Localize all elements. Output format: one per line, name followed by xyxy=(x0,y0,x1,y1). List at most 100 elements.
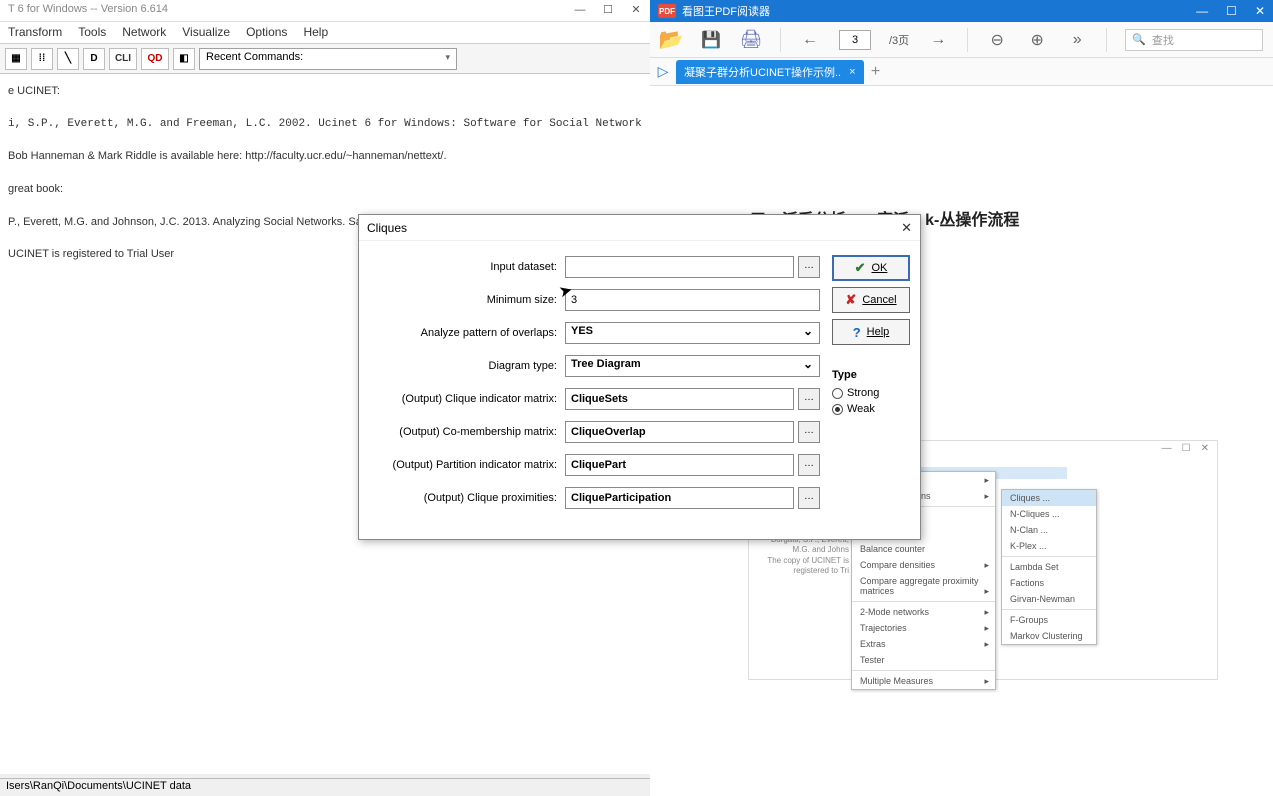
dialog-form: Input dataset: … Minimum size: Analyze p… xyxy=(369,255,820,519)
separator xyxy=(967,28,968,52)
pdf-toolbar: 📂 💾 🖨 ← /3页 → ⊖ ⊕ » 🔍 查找 xyxy=(650,22,1273,58)
diagram-type-select[interactable]: Tree Diagram xyxy=(565,355,820,377)
help-label: Help xyxy=(867,326,890,338)
menu-tools[interactable]: Tools xyxy=(78,25,106,40)
toolbar-btn-1[interactable]: ▦ xyxy=(5,48,27,70)
tab-close-icon[interactable]: × xyxy=(849,66,855,78)
browse-button[interactable]: … xyxy=(798,388,820,410)
content-line: Bob Hanneman & Mark Riddle is available … xyxy=(8,147,642,166)
tab-add-button[interactable]: + xyxy=(864,63,888,81)
browse-button[interactable]: … xyxy=(798,454,820,476)
browse-button[interactable]: … xyxy=(798,487,820,509)
toolbar-btn-3[interactable]: ╲ xyxy=(57,48,79,70)
pdf-maximize-button[interactable]: ☐ xyxy=(1226,4,1237,18)
radio-icon xyxy=(832,388,843,399)
label-out-partition: (Output) Partition indicator matrix: xyxy=(369,459,565,471)
ok-label: OK xyxy=(872,262,888,274)
menu-bar: Transform Tools Network Visualize Option… xyxy=(0,22,650,44)
mini-caption: Borgatti, S.P., Everett, M.G. and Johns … xyxy=(753,535,849,577)
cancel-button[interactable]: ✘ Cancel xyxy=(832,287,910,313)
minimize-button[interactable]: ― xyxy=(566,0,594,22)
separator xyxy=(780,28,781,52)
pdf-minimize-button[interactable]: ― xyxy=(1196,4,1208,18)
context-menu-2: Cliques ...N-Cliques ...N-Clan ...K-Plex… xyxy=(1001,489,1097,645)
separator xyxy=(1106,28,1107,52)
help-button[interactable]: ? Help xyxy=(832,319,910,345)
label-diagram-type: Diagram type: xyxy=(369,360,565,372)
label-analyze-overlaps: Analyze pattern of overlaps: xyxy=(369,327,565,339)
maximize-button[interactable]: ☐ xyxy=(594,0,622,22)
out-indicator-field[interactable] xyxy=(565,388,794,410)
menu-options[interactable]: Options xyxy=(246,25,287,40)
radio-strong[interactable]: Strong xyxy=(832,387,910,399)
input-dataset-field[interactable] xyxy=(565,256,794,278)
dialog-buttons: ✔ OK ✘ Cancel ? Help Type Strong Weak xyxy=(832,255,910,519)
browse-button[interactable]: … xyxy=(798,256,820,278)
toolbar-btn-d[interactable]: D xyxy=(83,48,105,70)
out-prox-field[interactable] xyxy=(565,487,794,509)
radio-label-weak: Weak xyxy=(847,403,875,415)
more-icon[interactable]: » xyxy=(1066,29,1088,51)
label-input-dataset: Input dataset: xyxy=(369,261,565,273)
toolbar-btn-cli[interactable]: CLI xyxy=(109,48,137,70)
ok-button[interactable]: ✔ OK xyxy=(832,255,910,281)
label-out-prox: (Output) Clique proximities: xyxy=(369,492,565,504)
ucinet-title-text: T 6 for Windows -- Version 6.614 xyxy=(8,3,168,15)
next-page-icon[interactable]: → xyxy=(927,29,949,51)
pdf-titlebar: PDF 看图王PDF阅读器 ― ☐ ✕ xyxy=(650,0,1273,22)
recent-commands-dropdown[interactable]: Recent Commands: xyxy=(199,48,457,70)
radio-label-strong: Strong xyxy=(847,387,879,399)
radio-icon-selected xyxy=(832,404,843,415)
ucinet-toolbar: ▦ ⁞⁞ ╲ D CLI QD ◧ Recent Commands: xyxy=(0,44,650,74)
page-total-label: /3页 xyxy=(889,32,909,48)
mini-win-ctrls: ―☐✕ xyxy=(1162,443,1209,454)
type-group-title: Type xyxy=(832,369,910,381)
close-button[interactable]: ✕ xyxy=(622,0,650,22)
search-icon: 🔍 xyxy=(1132,33,1146,46)
dialog-title-text: Cliques xyxy=(367,221,407,235)
toolbar-btn-qd[interactable]: QD xyxy=(141,48,169,70)
min-size-field[interactable] xyxy=(565,289,820,311)
pdf-close-button[interactable]: ✕ xyxy=(1255,4,1265,18)
toolbar-btn-2[interactable]: ⁞⁞ xyxy=(31,48,53,70)
question-icon: ? xyxy=(853,325,861,340)
out-comember-field[interactable] xyxy=(565,421,794,443)
out-partition-field[interactable] xyxy=(565,454,794,476)
radio-weak[interactable]: Weak xyxy=(832,403,910,415)
page-number-input[interactable] xyxy=(839,30,871,50)
toolbar-btn-4[interactable]: ◧ xyxy=(173,48,195,70)
save-icon[interactable]: 💾 xyxy=(700,29,722,51)
label-min-size: Minimum size: xyxy=(369,294,565,306)
tab-label: 凝聚子群分析UCINET操作示例.. xyxy=(684,64,841,80)
label-out-indicator: (Output) Clique indicator matrix: xyxy=(369,393,565,405)
print-icon[interactable]: 🖨 xyxy=(740,29,762,51)
label-out-comember: (Output) Co-membership matrix: xyxy=(369,426,565,438)
prev-page-icon[interactable]: ← xyxy=(799,29,821,51)
pdf-app-icon: PDF xyxy=(658,4,676,18)
menu-transform[interactable]: Transform xyxy=(8,25,62,40)
dialog-close-icon[interactable]: ✕ xyxy=(901,220,912,236)
check-icon: ✔ xyxy=(855,260,866,276)
content-line: e UCINET: xyxy=(8,82,642,101)
zoom-in-icon[interactable]: ⊕ xyxy=(1026,29,1048,51)
pdf-tab-bar: ▷ 凝聚子群分析UCINET操作示例.. × + xyxy=(650,58,1273,86)
cancel-label: Cancel xyxy=(862,294,896,306)
menu-visualize[interactable]: Visualize xyxy=(182,25,230,40)
pdf-tab-active[interactable]: 凝聚子群分析UCINET操作示例.. × xyxy=(676,60,864,84)
x-icon: ✘ xyxy=(845,292,856,308)
type-radio-group: Type Strong Weak xyxy=(832,369,910,419)
cliques-dialog: Cliques ✕ Input dataset: … Minimum size:… xyxy=(358,214,921,540)
content-line: great book: xyxy=(8,180,642,199)
search-placeholder: 查找 xyxy=(1152,32,1174,48)
search-input[interactable]: 🔍 查找 xyxy=(1125,29,1263,51)
zoom-out-icon[interactable]: ⊖ xyxy=(986,29,1008,51)
menu-network[interactable]: Network xyxy=(122,25,166,40)
open-file-icon[interactable]: 📂 xyxy=(660,29,682,51)
tab-scroll-icon[interactable]: ▷ xyxy=(650,63,676,80)
content-line: i, S.P., Everett, M.G. and Freeman, L.C.… xyxy=(8,115,642,134)
analyze-overlaps-select[interactable]: YES xyxy=(565,322,820,344)
status-bar: Isers\RanQi\Documents\UCINET data xyxy=(0,778,650,796)
menu-help[interactable]: Help xyxy=(303,25,328,40)
browse-button[interactable]: … xyxy=(798,421,820,443)
pdf-app-title: 看图王PDF阅读器 xyxy=(682,3,770,19)
